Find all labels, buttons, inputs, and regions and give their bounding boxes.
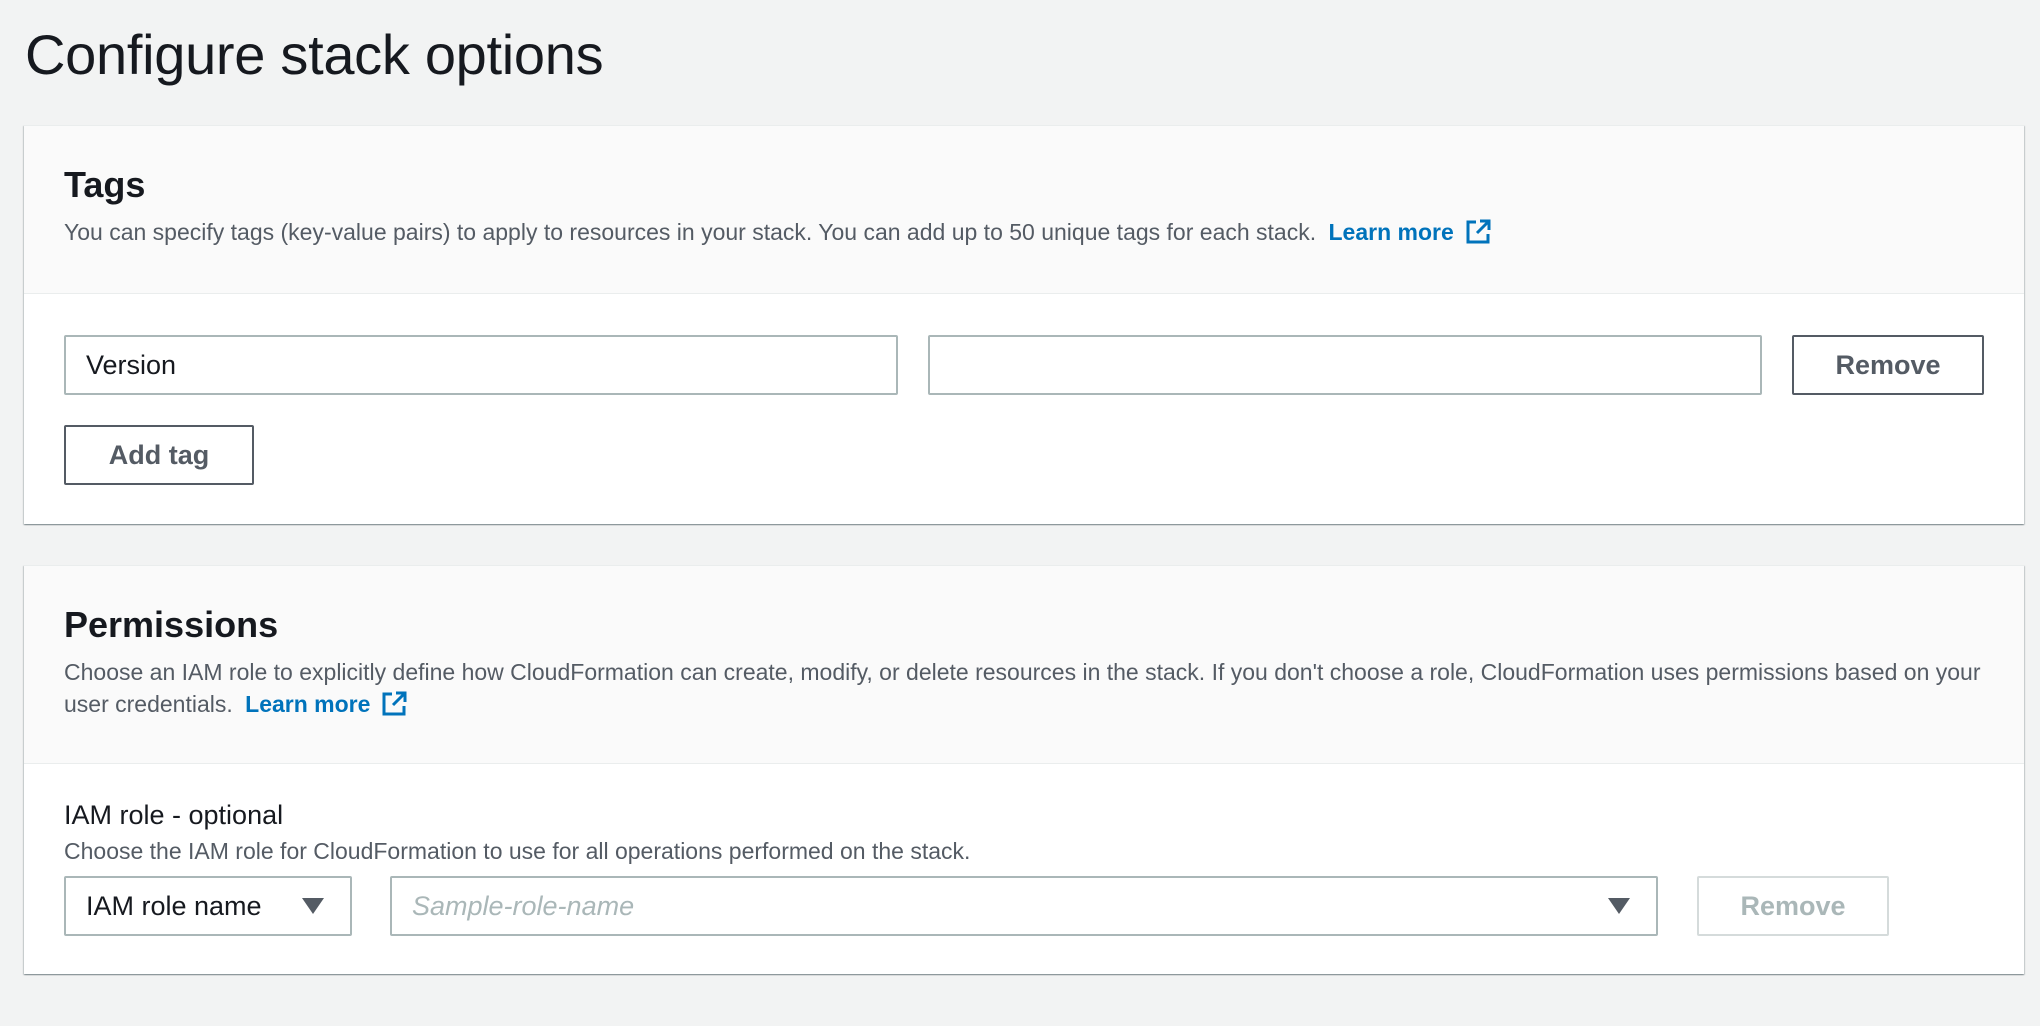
- tags-panel-header: Tags You can specify tags (key-value pai…: [24, 126, 2024, 294]
- caret-down-icon: [1608, 898, 1630, 914]
- tags-learn-more-link[interactable]: Learn more: [1329, 219, 1492, 245]
- tags-description-text: You can specify tags (key-value pairs) t…: [64, 219, 1317, 245]
- add-tag-button[interactable]: Add tag: [64, 425, 254, 485]
- iam-role-description: Choose the IAM role for CloudFormation t…: [64, 838, 971, 864]
- tag-remove-button[interactable]: Remove: [1792, 335, 1984, 395]
- caret-down-icon: [302, 898, 324, 914]
- page-title: Configure stack options: [25, 23, 604, 86]
- tags-panel: Tags You can specify tags (key-value pai…: [24, 125, 2024, 524]
- permissions-description: Choose an IAM role to explicitly define …: [64, 656, 1984, 720]
- tag-key-input[interactable]: Version: [64, 335, 898, 395]
- permissions-learn-more-link[interactable]: Learn more: [245, 691, 408, 717]
- iam-role-remove-button[interactable]: Remove: [1697, 876, 1889, 936]
- tags-description: You can specify tags (key-value pairs) t…: [64, 216, 1984, 248]
- iam-role-type-select[interactable]: IAM role name: [64, 876, 352, 936]
- tag-value-input[interactable]: [928, 335, 1762, 395]
- external-link-icon: [1466, 219, 1491, 244]
- permissions-panel: Permissions Choose an IAM role to explic…: [24, 565, 2024, 974]
- permissions-learn-more-label: Learn more: [245, 691, 371, 717]
- iam-role-name-select[interactable]: Sample-role-name: [390, 876, 1658, 936]
- permissions-title: Permissions: [64, 604, 279, 645]
- iam-role-type-value: IAM role name: [86, 891, 262, 921]
- external-link-icon: [382, 691, 407, 716]
- tags-learn-more-label: Learn more: [1328, 219, 1454, 245]
- iam-role-label: IAM role - optional: [64, 800, 284, 830]
- tags-title: Tags: [64, 164, 146, 205]
- iam-role-name-placeholder: Sample-role-name: [412, 891, 635, 921]
- permissions-panel-header: Permissions Choose an IAM role to explic…: [24, 566, 2024, 764]
